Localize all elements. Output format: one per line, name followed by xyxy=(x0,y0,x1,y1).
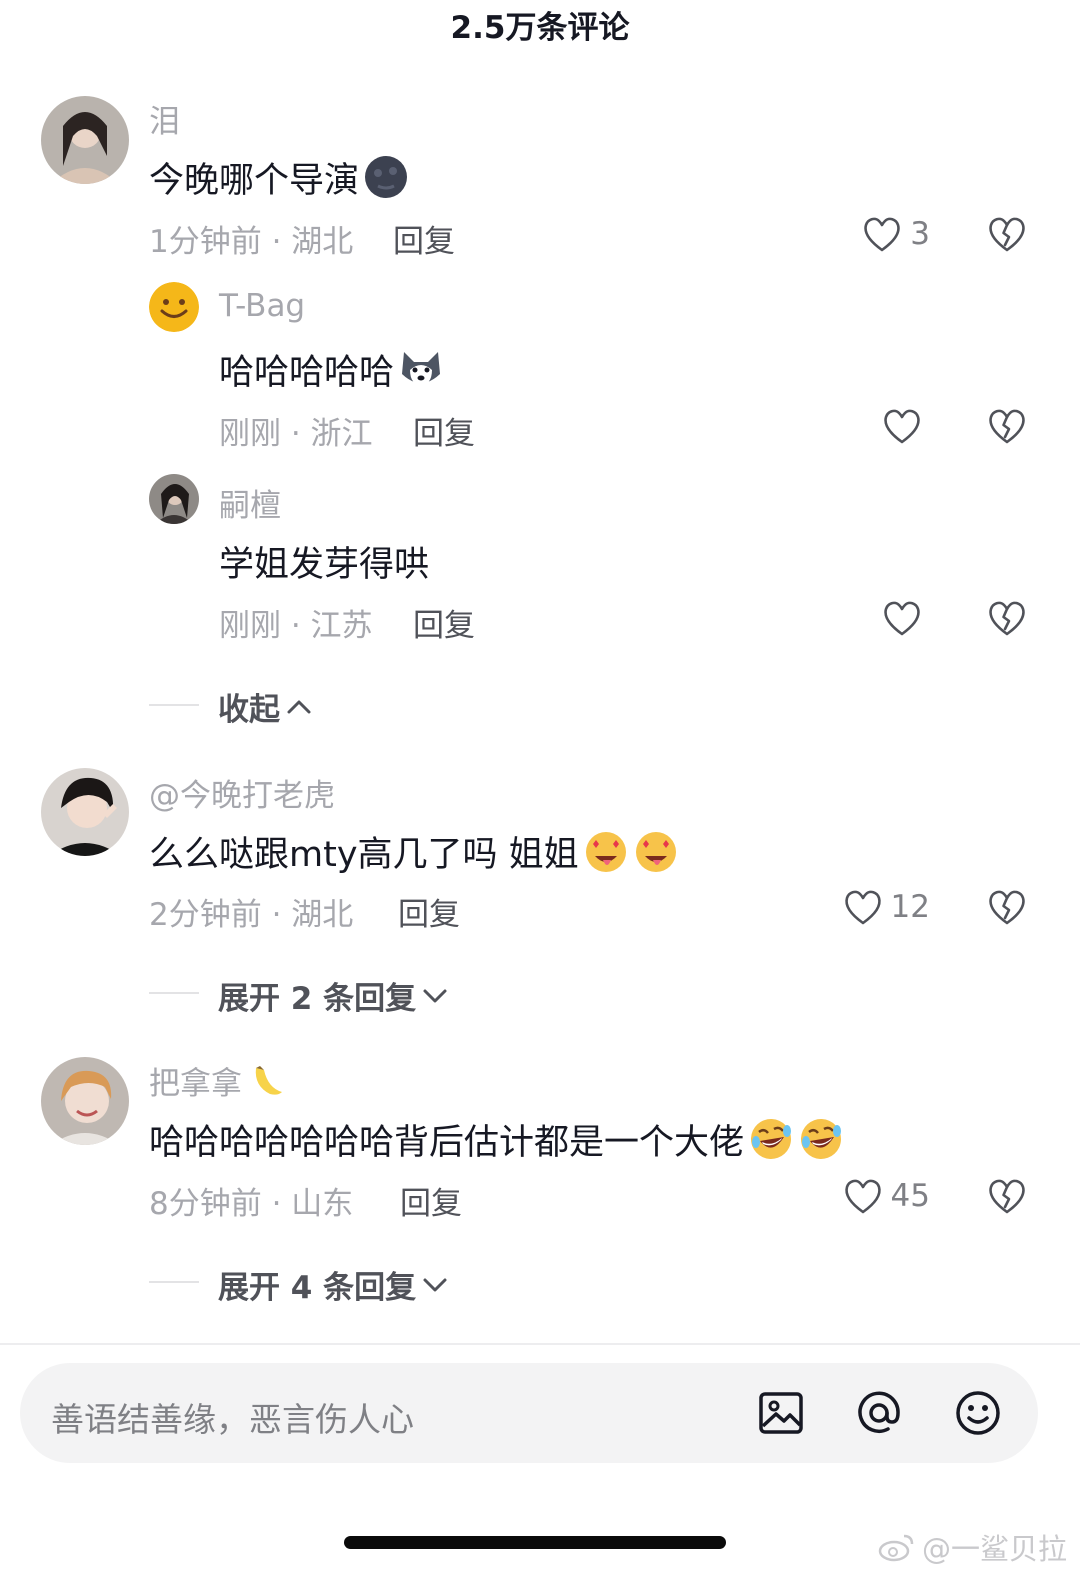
comment-text: 么么哒跟mty高几了吗 姐姐 xyxy=(149,826,679,877)
reply-button[interactable]: 回复 xyxy=(393,216,455,261)
comment-text: 学姐发芽得哄 xyxy=(219,545,430,585)
heart-icon xyxy=(880,404,924,448)
new-moon-face-icon xyxy=(365,156,408,198)
expand-label: 展开 4 条回复 xyxy=(218,1270,417,1306)
heart-icon xyxy=(841,1174,885,1218)
avatar[interactable] xyxy=(149,282,199,332)
comment-text-body: 哈哈哈哈哈 xyxy=(219,353,395,393)
reply-button[interactable]: 回复 xyxy=(413,600,475,645)
reply-button[interactable]: 回复 xyxy=(398,889,460,934)
divider xyxy=(149,992,199,994)
broken-heart-icon[interactable] xyxy=(985,885,1029,929)
reply-button[interactable]: 回复 xyxy=(400,1178,462,1223)
avatar[interactable] xyxy=(41,1057,129,1145)
husky-dog-icon xyxy=(402,352,441,386)
comment-text: 今晚哪个导演 xyxy=(149,152,409,203)
collapse-replies-button[interactable]: 收起 xyxy=(218,684,314,729)
rolling-laughing-icon xyxy=(748,1116,794,1162)
comment-username[interactable]: 嗣檀 xyxy=(219,480,281,525)
like-button[interactable] xyxy=(790,596,930,640)
collapse-label: 收起 xyxy=(218,692,280,728)
broken-heart-icon[interactable] xyxy=(985,212,1029,256)
heart-icon xyxy=(860,212,904,256)
broken-heart-icon[interactable] xyxy=(985,404,1029,448)
divider xyxy=(0,1343,1080,1345)
banana-icon xyxy=(255,1066,282,1095)
chevron-down-icon xyxy=(423,989,447,1002)
comment-text: 哈哈哈哈哈哈哈背后估计都是一个大佬 xyxy=(149,1114,844,1165)
rolling-laughing-icon xyxy=(798,1116,844,1162)
heart-icon xyxy=(841,885,885,929)
emoji-smile-icon[interactable] xyxy=(953,1388,1003,1438)
like-count: 12 xyxy=(890,889,930,925)
comment-text: 哈哈哈哈哈 xyxy=(219,344,444,395)
comment-username[interactable]: 泪 xyxy=(149,96,180,141)
avatar[interactable] xyxy=(41,96,129,184)
at-mention-icon[interactable] xyxy=(854,1388,904,1438)
divider xyxy=(149,1281,199,1283)
like-button[interactable]: 3 xyxy=(790,212,930,256)
watermark-text: @一鲨贝拉 xyxy=(922,1532,1068,1566)
expand-label: 展开 2 条回复 xyxy=(218,981,417,1017)
weibo-logo-icon xyxy=(878,1534,914,1562)
broken-heart-icon[interactable] xyxy=(985,1174,1029,1218)
heart-icon xyxy=(880,596,924,640)
comment-time-location: 1分钟前 · 湖北 xyxy=(149,224,354,260)
like-button[interactable] xyxy=(790,404,930,448)
comment-text-body: 今晚哪个导演 xyxy=(149,161,360,201)
comment-username[interactable]: T-Bag xyxy=(219,288,305,324)
comment-input[interactable]: 善语结善缘，恶言伤人心 xyxy=(20,1363,1038,1463)
home-indicator xyxy=(344,1536,726,1549)
page-title: 2.5万条评论 xyxy=(450,10,630,46)
comment-input-placeholder[interactable]: 善语结善缘，恶言伤人心 xyxy=(51,1393,414,1441)
comment-text-body: 么么哒跟mty高几了吗 姐姐 xyxy=(149,835,579,875)
reply-button[interactable]: 回复 xyxy=(413,408,475,453)
broken-heart-icon[interactable] xyxy=(985,596,1029,640)
expand-replies-button[interactable]: 展开 4 条回复 xyxy=(218,1262,450,1307)
image-icon[interactable] xyxy=(756,1388,806,1438)
comment-time-location: 刚刚 · 浙江 xyxy=(219,416,373,452)
star-struck-icon xyxy=(633,828,679,874)
comment-time-location: 8分钟前 · 山东 xyxy=(149,1186,354,1222)
expand-replies-button[interactable]: 展开 2 条回复 xyxy=(218,973,450,1018)
comment-username[interactable]: @今晚打老虎 xyxy=(149,770,335,815)
chevron-up-icon xyxy=(287,700,311,713)
divider xyxy=(149,704,199,706)
watermark: @一鲨贝拉 xyxy=(878,1526,1067,1568)
avatar[interactable] xyxy=(41,768,129,856)
like-count: 45 xyxy=(890,1178,930,1214)
avatar[interactable] xyxy=(149,474,199,524)
comment-time-location: 2分钟前 · 湖北 xyxy=(149,897,354,933)
star-struck-icon xyxy=(583,828,629,874)
like-button[interactable]: 45 xyxy=(790,1174,930,1218)
like-count: 3 xyxy=(910,216,930,252)
comment-time-location: 刚刚 · 江苏 xyxy=(219,608,373,644)
comment-username[interactable]: 把拿拿 xyxy=(149,1058,286,1103)
comment-username-text: 把拿拿 xyxy=(149,1066,242,1102)
comment-text-body: 哈哈哈哈哈哈哈背后估计都是一个大佬 xyxy=(149,1123,745,1163)
chevron-down-icon xyxy=(423,1278,447,1291)
like-button[interactable]: 12 xyxy=(790,885,930,929)
